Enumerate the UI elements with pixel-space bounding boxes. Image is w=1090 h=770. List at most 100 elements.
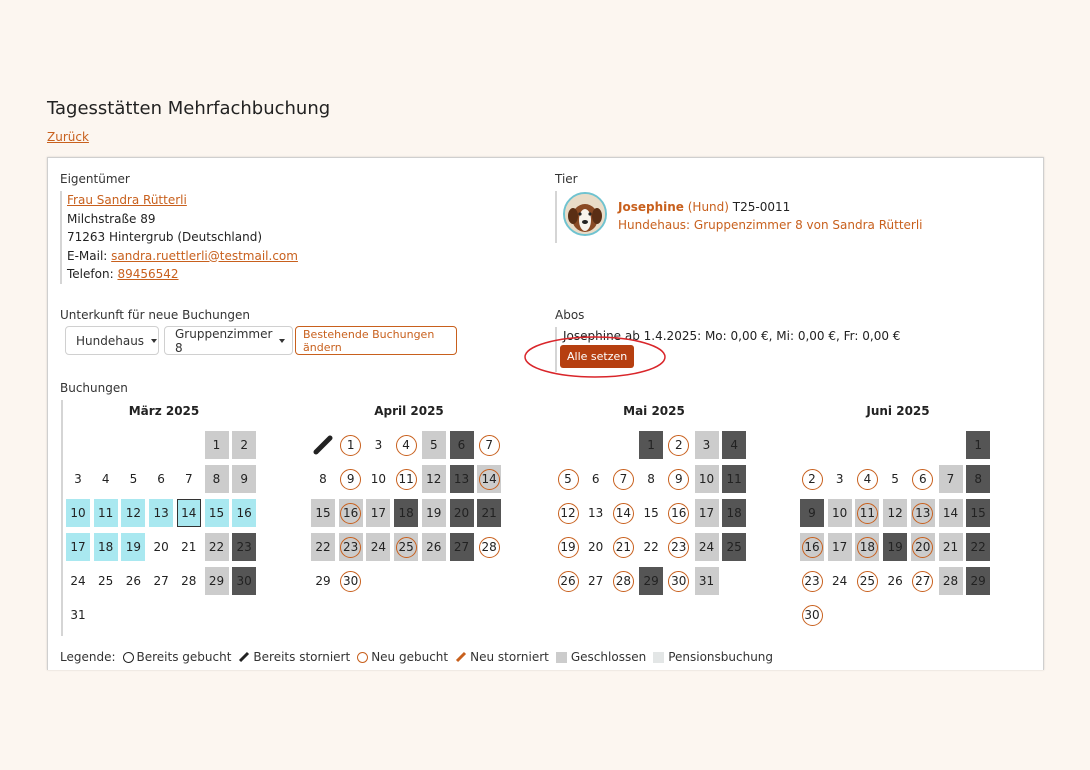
calendar-day[interactable]: 16 [667,499,691,527]
calendar-day[interactable]: 11 [722,465,747,493]
calendar-day[interactable]: 5 [883,465,907,493]
calendar-day[interactable]: 20 [910,533,935,561]
calendar-day[interactable]: 15 [966,499,991,527]
calendar-day[interactable]: 4 [394,431,418,459]
calendar-day[interactable]: 2 [800,465,824,493]
calendar-day[interactable]: 29 [966,567,991,595]
calendar-day[interactable]: 24 [66,567,90,595]
calendar-day[interactable]: 20 [584,533,608,561]
calendar-day[interactable]: 3 [366,431,390,459]
calendar-day[interactable]: 26 [421,533,446,561]
calendar-day[interactable]: 13 [149,499,174,527]
calendar-day[interactable]: 11 [93,499,118,527]
calendar-day[interactable]: 5 [556,465,580,493]
calendar-day[interactable]: 18 [722,499,747,527]
calendar-day[interactable]: 20 [449,499,474,527]
calendar-day[interactable]: 21 [611,533,635,561]
calendar-day[interactable]: 17 [694,499,719,527]
calendar-day[interactable]: 14 [938,499,963,527]
calendar-day[interactable]: 13 [910,499,935,527]
calendar-day[interactable]: 25 [855,567,879,595]
calendar-day[interactable]: 3 [66,465,90,493]
calendar-day[interactable]: 25 [394,533,419,561]
calendar-day[interactable]: 4 [722,431,747,459]
calendar-day[interactable]: 17 [366,499,391,527]
calendar-day[interactable]: 6 [911,465,935,493]
calendar-day[interactable]: 7 [611,465,635,493]
calendar-day[interactable]: 1 [204,431,229,459]
calendar-day[interactable]: 21 [477,499,502,527]
calendar-day[interactable]: 16 [232,499,257,527]
calendar-day[interactable]: 28 [477,533,501,561]
calendar-day[interactable]: 14 [176,499,201,527]
calendar-day[interactable]: 2 [667,431,691,459]
calendar-day[interactable]: 24 [366,533,391,561]
calendar-day[interactable]: 27 [449,533,474,561]
calendar-day[interactable]: 9 [800,499,824,527]
calendar-day[interactable]: 8 [639,465,663,493]
calendar-day[interactable]: 30 [800,601,824,629]
calendar-day[interactable]: 28 [611,567,635,595]
calendar-day[interactable]: 15 [311,499,335,527]
back-link[interactable]: Zurück [47,130,89,144]
calendar-day[interactable]: 29 [311,567,335,595]
calendar-day[interactable]: 4 [855,465,879,493]
calendar-day[interactable]: 14 [611,499,635,527]
calendar-day[interactable]: 7 [177,465,201,493]
calendar-day[interactable]: 27 [584,567,608,595]
calendar-day[interactable]: 7 [477,431,501,459]
calendar-day[interactable]: 20 [149,533,173,561]
calendar-day[interactable]: 2 [232,431,257,459]
calendar-day[interactable]: 8 [311,465,335,493]
calendar-day[interactable]: 9 [339,465,363,493]
calendar-day[interactable]: 28 [177,567,201,595]
calendar-day[interactable]: 23 [232,533,257,561]
calendar-day[interactable]: 30 [339,567,363,595]
calendar-day[interactable]: 4 [94,465,118,493]
calendar-day[interactable]: 14 [477,465,502,493]
calendar-day[interactable]: 17 [827,533,852,561]
calendar-day[interactable]: 22 [311,533,335,561]
calendar-day[interactable]: 16 [338,499,363,527]
calendar-day[interactable]: 19 [556,533,580,561]
calendar-day[interactable]: 23 [667,533,691,561]
calendar-day[interactable]: 7 [938,465,963,493]
calendar-day[interactable]: 29 [639,567,664,595]
calendar-day[interactable]: 9 [667,465,691,493]
calendar-day[interactable]: 18 [93,533,118,561]
calendar-day[interactable]: 18 [394,499,419,527]
calendar-day[interactable]: 23 [800,567,824,595]
calendar-day[interactable]: 6 [584,465,608,493]
calendar-day[interactable]: 8 [966,465,991,493]
calendar-day[interactable]: 30 [667,567,691,595]
calendar-day[interactable]: 26 [556,567,580,595]
cancelled-marker[interactable] [311,431,335,459]
calendar-day[interactable]: 10 [366,465,390,493]
calendar-day[interactable]: 19 [121,533,146,561]
calendar-day[interactable]: 13 [584,499,608,527]
calendar-day[interactable]: 22 [639,533,663,561]
calendar-day[interactable]: 3 [694,431,719,459]
calendar-day[interactable]: 1 [966,431,991,459]
calendar-day[interactable]: 1 [639,431,664,459]
calendar-day[interactable]: 6 [149,465,173,493]
calendar-day[interactable]: 27 [911,567,935,595]
calendar-day[interactable]: 21 [938,533,963,561]
calendar-day[interactable]: 10 [66,499,90,527]
calendar-day[interactable]: 12 [121,499,146,527]
calendar-day[interactable]: 25 [94,567,118,595]
calendar-day[interactable]: 5 [421,431,446,459]
calendar-day[interactable]: 22 [204,533,229,561]
calendar-day[interactable]: 21 [177,533,201,561]
calendar-day[interactable]: 6 [449,431,474,459]
calendar-day[interactable]: 3 [828,465,852,493]
calendar-day[interactable]: 18 [855,533,880,561]
calendar-day[interactable]: 19 [883,533,908,561]
calendar-day[interactable]: 31 [694,567,719,595]
calendar-day[interactable]: 23 [338,533,363,561]
calendar-day[interactable]: 1 [339,431,363,459]
calendar-day[interactable]: 15 [639,499,663,527]
calendar-day[interactable]: 8 [204,465,229,493]
calendar-day[interactable]: 26 [883,567,907,595]
calendar-day[interactable]: 25 [722,533,747,561]
